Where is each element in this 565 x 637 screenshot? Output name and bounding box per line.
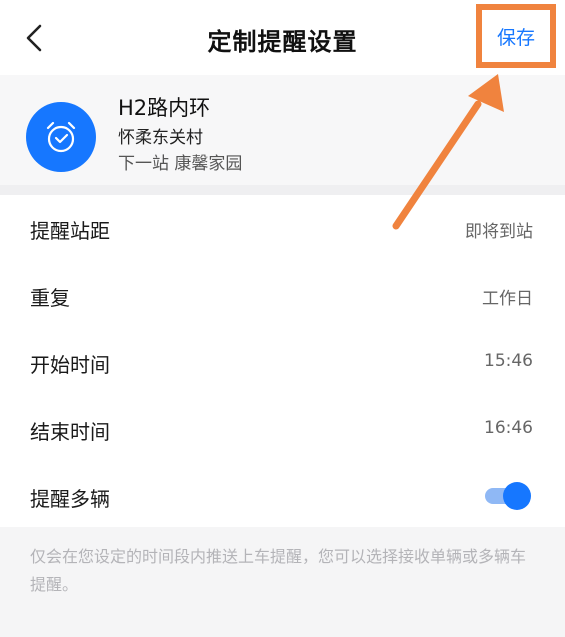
save-button[interactable]: 保存 <box>476 4 556 68</box>
setting-value: 工作日 <box>482 289 533 309</box>
setting-row-end-time[interactable]: 结束时间 16:46 <box>0 396 565 462</box>
footer-hint: 仅会在您设定的时间段内推送上车提醒，您可以选择接收单辆或多辆车提醒。 <box>0 527 565 637</box>
route-direction: 怀柔东关村 <box>118 128 203 148</box>
setting-row-start-time[interactable]: 开始时间 15:46 <box>0 329 565 395</box>
route-icon-badge <box>26 102 96 172</box>
setting-label: 重复 <box>30 286 70 310</box>
setting-row-repeat[interactable]: 重复 工作日 <box>0 262 565 328</box>
route-next-stop: 下一站 康馨家园 <box>118 154 243 174</box>
setting-value: 16:46 <box>484 418 533 438</box>
setting-label: 提醒多辆 <box>30 487 110 511</box>
setting-value: 即将到站 <box>465 222 533 242</box>
multi-vehicle-toggle[interactable] <box>485 482 531 510</box>
setting-row-distance[interactable]: 提醒站距 即将到站 <box>0 195 565 261</box>
footer-note: 仅会在您设定的时间段内推送上车提醒，您可以选择接收单辆或多辆车提醒。 <box>30 547 527 594</box>
header-bar: 定制提醒设置 保存 <box>0 0 565 75</box>
alarm-clock-icon <box>46 121 76 153</box>
setting-label: 结束时间 <box>30 420 110 444</box>
setting-value: 15:46 <box>484 351 533 371</box>
route-card: H2路内环 怀柔东关村 下一站 康馨家园 <box>0 75 565 185</box>
setting-label: 开始时间 <box>30 353 110 377</box>
toggle-knob <box>503 482 531 510</box>
setting-label: 提醒站距 <box>30 219 110 243</box>
route-name: H2路内环 <box>118 96 211 120</box>
section-divider <box>0 185 565 195</box>
setting-row-multi-vehicle: 提醒多辆 <box>0 463 565 529</box>
